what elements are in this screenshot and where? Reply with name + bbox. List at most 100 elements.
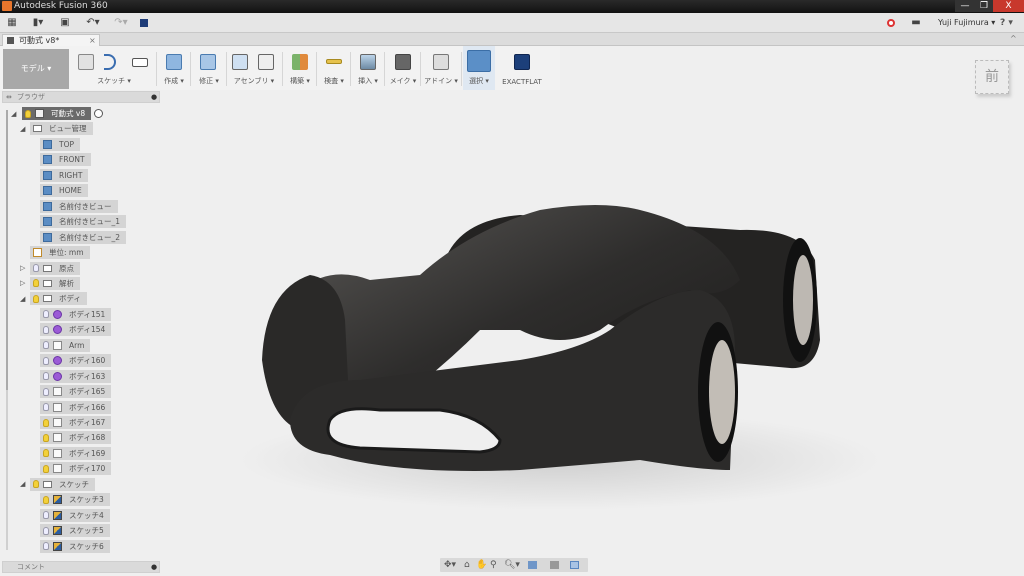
tree-row[interactable]: スケッチ5 (40, 524, 110, 538)
look-at-icon[interactable]: ⌂ (464, 560, 470, 570)
visibility-bulb-icon[interactable] (43, 449, 49, 458)
save-icon[interactable]: ▣ (60, 18, 70, 28)
collapse-arrow-icon[interactable]: ◢ (20, 295, 28, 303)
tree-item[interactable]: 名前付きビュー_2 (40, 230, 127, 244)
tree-row[interactable]: ボディ169 (40, 446, 112, 460)
tree-row[interactable]: 名前付きビュー (40, 199, 118, 213)
tree-row[interactable]: 単位: mm (30, 246, 90, 260)
tree-item[interactable]: ビュー管理 (30, 122, 93, 136)
ribbon-group-create[interactable]: 作成 ▾ (158, 46, 190, 90)
tree-row[interactable]: ▷ 解析 (20, 276, 80, 290)
ribbon-group-sketch[interactable]: スケッチ ▾ (72, 46, 156, 90)
pan-icon[interactable]: ✋ (476, 560, 487, 570)
tree-item[interactable]: 解析 (30, 276, 80, 290)
tree-item[interactable]: Arm (40, 338, 91, 352)
tree-row[interactable]: ▷ 原点 (20, 261, 80, 275)
tree-item[interactable]: 可動式 v8 (22, 107, 92, 120)
activate-radio-icon[interactable] (94, 109, 104, 118)
view-cube[interactable]: 前 (975, 60, 1009, 94)
redo-icon[interactable]: ↷▾ (112, 18, 130, 28)
visibility-bulb-icon[interactable] (43, 433, 49, 442)
tree-item[interactable]: RIGHT (40, 168, 89, 182)
visibility-bulb-icon[interactable] (43, 511, 49, 520)
tree-row[interactable]: 名前付きビュー_2 (40, 230, 127, 244)
undo-icon[interactable]: ↶▾ (84, 18, 102, 28)
fit-icon[interactable]: 🔍︎▾ (504, 560, 520, 570)
close-window-button[interactable]: X (993, 0, 1024, 12)
visibility-bulb-icon[interactable] (33, 279, 39, 288)
tree-row[interactable]: ◢ ボディ (20, 292, 87, 306)
visibility-bulb-icon[interactable] (43, 418, 49, 427)
tree-row[interactable]: ◢ 可動式 v8 (11, 107, 104, 120)
tree-item[interactable]: ボディ167 (40, 416, 112, 429)
ribbon-group-construct[interactable]: 構築 ▾ (284, 46, 316, 90)
visibility-bulb-icon[interactable] (33, 480, 39, 489)
help-menu[interactable]: ? ▾ (1000, 18, 1013, 28)
document-tab[interactable]: 可動式 v8* × (2, 34, 100, 46)
chevron-up-icon[interactable]: ^ (1010, 34, 1017, 43)
tree-row[interactable]: スケッチ6 (40, 539, 110, 553)
tree-item[interactable]: スケッチ5 (40, 524, 110, 538)
record-icon[interactable] (887, 19, 895, 27)
tree-row[interactable]: ボディ154 (40, 323, 112, 337)
comments-panel-header[interactable]: コメント ● (2, 561, 160, 573)
display-settings-icon[interactable] (528, 561, 537, 569)
chat-icon[interactable]: ▬ (911, 18, 921, 28)
tree-item[interactable]: ボディ163 (40, 369, 112, 383)
tree-item[interactable]: 原点 (30, 261, 80, 275)
tree-row[interactable]: TOP (40, 137, 81, 151)
tree-item[interactable]: スケッチ6 (40, 539, 110, 553)
maximize-button[interactable]: ❐ (975, 0, 993, 12)
tree-item[interactable]: ボディ165 (40, 385, 112, 399)
tree-item[interactable]: 名前付きビュー (40, 199, 118, 213)
visibility-bulb-icon[interactable] (43, 542, 49, 551)
sync-icon[interactable] (140, 19, 148, 27)
tree-item[interactable]: スケッチ3 (40, 493, 110, 507)
tree-item[interactable]: ボディ (30, 292, 87, 306)
collapse-arrow-icon[interactable]: ◢ (20, 125, 28, 133)
tree-item[interactable]: TOP (40, 137, 81, 151)
tree-item[interactable]: ボディ166 (40, 400, 112, 414)
visibility-bulb-icon[interactable] (33, 294, 39, 303)
3d-viewport[interactable] (170, 90, 1024, 558)
zoom-icon[interactable]: ⚲ (490, 560, 497, 570)
visibility-bulb-icon[interactable] (43, 310, 49, 319)
ribbon-group-exactflat[interactable]: EXACTFLAT (498, 46, 546, 90)
ribbon-group-modify[interactable]: 修正 ▾ (192, 46, 226, 90)
tree-row[interactable]: Arm (40, 338, 91, 352)
tree-item[interactable]: 単位: mm (30, 246, 90, 260)
tree-row[interactable]: ボディ160 (40, 354, 112, 368)
collapse-arrow-icon[interactable]: ◢ (20, 480, 28, 488)
minimize-button[interactable]: — (955, 0, 975, 12)
tree-row[interactable]: ボディ163 (40, 369, 112, 383)
ribbon-group-select[interactable]: 選択 ▾ (463, 46, 495, 90)
visibility-bulb-icon[interactable] (43, 403, 49, 412)
ribbon-group-insert[interactable]: 挿入 ▾ (352, 46, 384, 90)
tree-row[interactable]: 名前付きビュー_1 (40, 215, 127, 229)
visibility-bulb-icon[interactable] (43, 325, 49, 334)
tree-row[interactable]: ボディ170 (40, 462, 112, 476)
visibility-bulb-icon[interactable] (43, 387, 49, 396)
expand-arrow-icon[interactable]: ▷ (20, 279, 28, 287)
visibility-bulb-icon[interactable] (43, 356, 49, 365)
ribbon-group-inspect[interactable]: 検査 ▾ (318, 46, 350, 90)
tree-row[interactable]: スケッチ4 (40, 508, 110, 522)
orbit-icon[interactable]: ✥▾ (444, 560, 456, 570)
visibility-bulb-icon[interactable] (33, 264, 39, 272)
tree-row[interactable]: FRONT (40, 153, 91, 167)
expand-arrow-icon[interactable]: ▷ (20, 264, 28, 272)
close-tab-icon[interactable]: × (89, 35, 96, 46)
tree-item[interactable]: ボディ168 (40, 431, 112, 445)
tree-row[interactable]: ◢ ビュー管理 (20, 122, 93, 136)
browser-panel-header[interactable]: ⇹ ブラウザ ● (2, 91, 160, 103)
panel-options-icon[interactable]: ● (151, 92, 157, 102)
grid-settings-icon[interactable] (550, 561, 559, 569)
tree-row[interactable]: ボディ165 (40, 385, 112, 399)
visibility-bulb-icon[interactable] (43, 372, 49, 381)
tree-row[interactable]: HOME (40, 184, 88, 198)
user-menu[interactable]: Yuji Fujimura ▾ (938, 18, 995, 27)
visibility-bulb-icon[interactable] (43, 341, 49, 350)
tree-row[interactable]: ボディ167 (40, 416, 112, 429)
ribbon-group-make[interactable]: メイク ▾ (386, 46, 420, 90)
visibility-bulb-icon[interactable] (25, 109, 31, 118)
